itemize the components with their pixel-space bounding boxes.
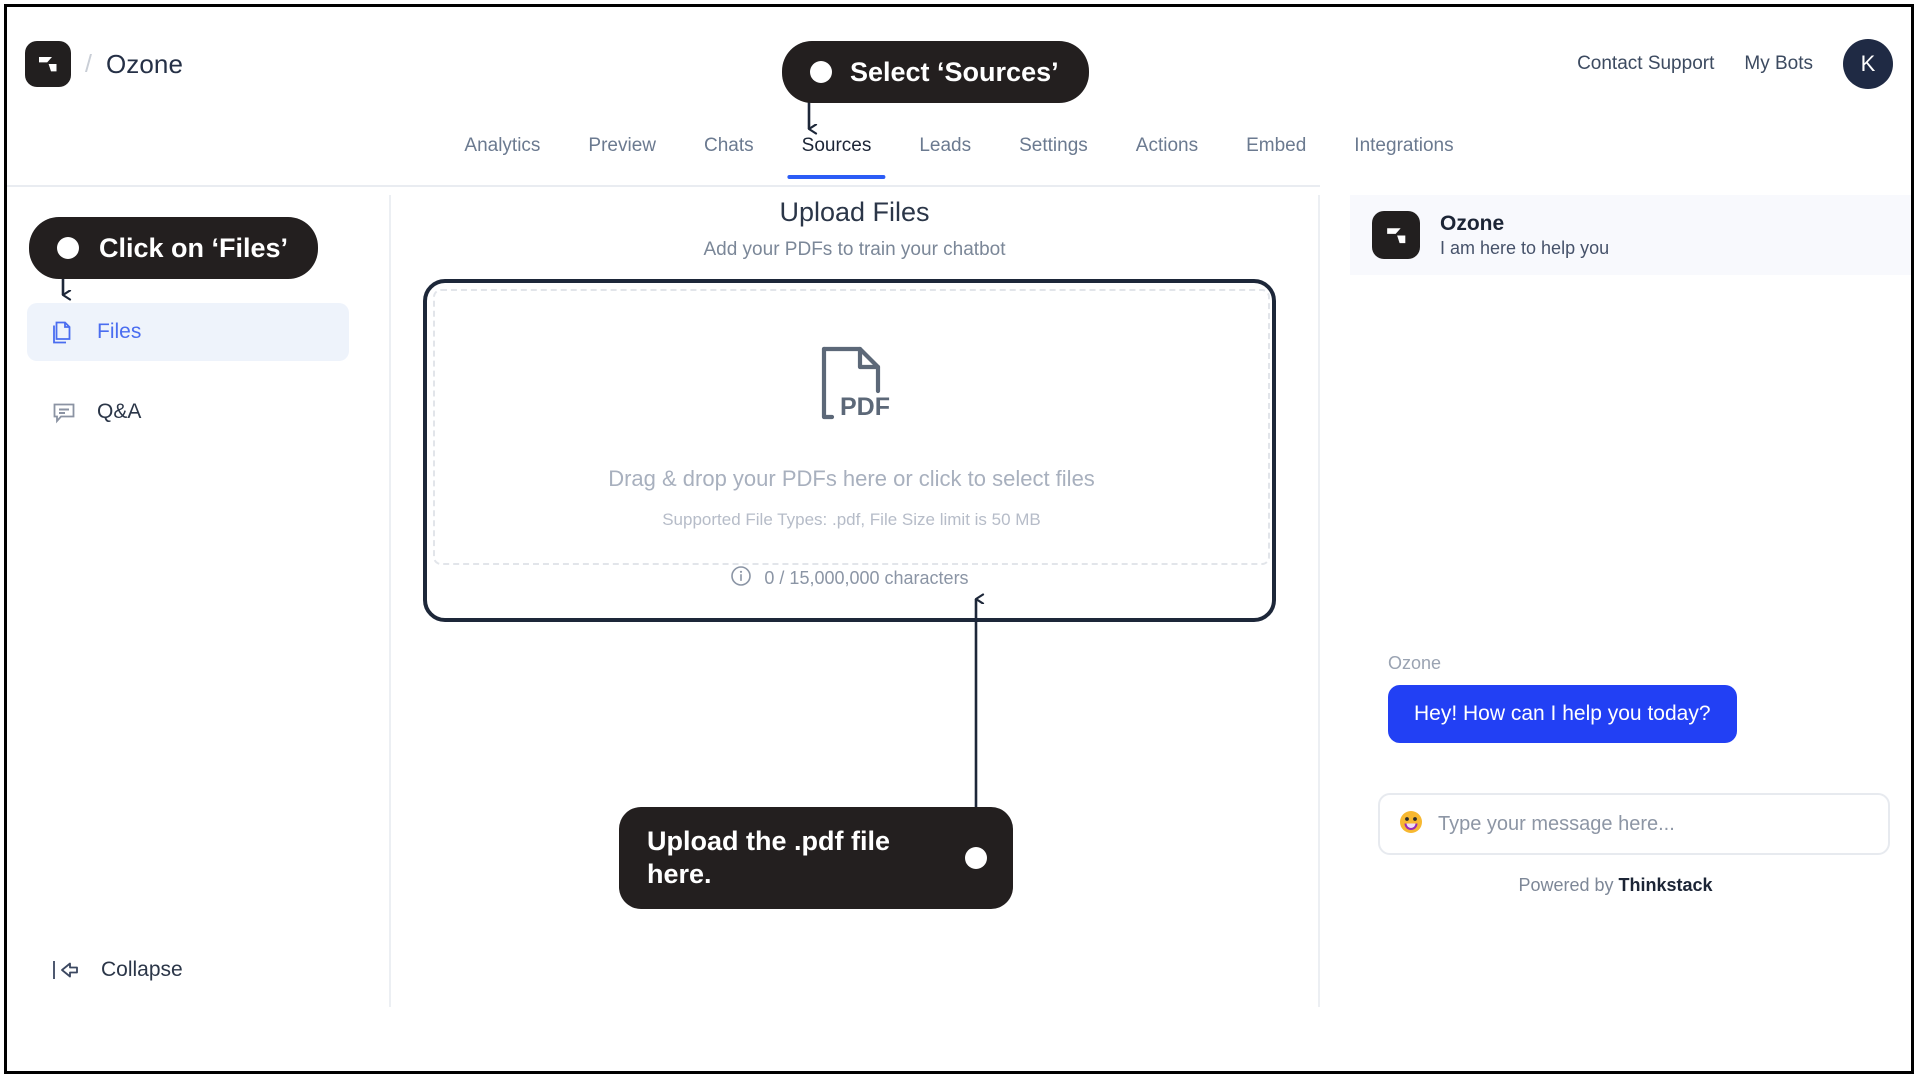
chat-header-text: Ozone I am here to help you bbox=[1440, 210, 1609, 261]
tab-list: Analytics Preview Chats Sources Leads Se… bbox=[440, 117, 1477, 185]
callout-upload-pdf-text: Upload the .pdf file here. bbox=[647, 826, 890, 889]
message-sender-label: Ozone bbox=[1388, 653, 1442, 673]
callout-dot bbox=[810, 61, 832, 83]
tab-bar: Analytics Preview Chats Sources Leads Se… bbox=[7, 117, 1911, 187]
chat-message-input[interactable]: Type your message here... bbox=[1378, 793, 1890, 855]
tab-settings[interactable]: Settings bbox=[995, 117, 1112, 177]
upload-card: PDF Drag & drop your PDFs here or click … bbox=[423, 279, 1276, 622]
dropzone-secondary-text: Supported File Types: .pdf, File Size li… bbox=[662, 510, 1041, 529]
tab-preview[interactable]: Preview bbox=[564, 117, 680, 177]
top-bar-actions: Contact Support My Bots K bbox=[1577, 39, 1893, 89]
collapse-left-arrow-icon bbox=[51, 955, 81, 985]
svg-text:PDF: PDF bbox=[840, 393, 890, 421]
screenshot-frame: / Ozone Contact Support My Bots K Analyt… bbox=[4, 4, 1914, 1074]
pdf-file-icon: PDF bbox=[814, 339, 890, 432]
sidebar-item-files[interactable]: Files bbox=[27, 303, 349, 361]
tab-integrations[interactable]: Integrations bbox=[1330, 117, 1477, 177]
thinkstack-logo-icon bbox=[1372, 211, 1420, 259]
powered-by-label: Powered by Thinkstack bbox=[1320, 875, 1911, 896]
sidebar-item-qa[interactable]: Q&A bbox=[27, 383, 349, 441]
page-title: Ozone bbox=[105, 48, 184, 79]
smiley-emoji-icon[interactable] bbox=[1398, 809, 1424, 840]
callout-upload-pdf: Upload the .pdf file here. bbox=[619, 807, 1013, 909]
sidebar-item-qa-label: Q&A bbox=[97, 400, 142, 423]
tab-actions[interactable]: Actions bbox=[1112, 117, 1222, 177]
sidebar: Files Q&A Collapse bbox=[7, 185, 391, 1071]
upload-panel: Upload Files Add your PDFs to train your… bbox=[390, 185, 1319, 1071]
chat-preview-panel: Ozone I am here to help you Ozone Hey! H… bbox=[1320, 185, 1911, 1071]
chat-bot-name: Ozone bbox=[1440, 211, 1505, 235]
content-area: Files Q&A Collapse Upload Files Add your… bbox=[7, 185, 1911, 1071]
upload-subtitle: Add your PDFs to train your chatbot bbox=[703, 239, 1006, 260]
tab-leads[interactable]: Leads bbox=[895, 117, 995, 177]
callout-select-sources-text: Select ‘Sources’ bbox=[850, 56, 1059, 87]
app-window: / Ozone Contact Support My Bots K Analyt… bbox=[7, 7, 1911, 1071]
powered-by-brand: Thinkstack bbox=[1618, 875, 1713, 895]
character-counter-text: 0 / 15,000,000 characters bbox=[764, 568, 969, 588]
collapse-label: Collapse bbox=[101, 958, 183, 981]
sidebar-item-files-label: Files bbox=[97, 320, 142, 343]
callout-select-sources: Select ‘Sources’ bbox=[782, 41, 1089, 103]
callout-dot bbox=[965, 847, 987, 869]
breadcrumb-separator: / bbox=[85, 49, 92, 78]
thinkstack-logo-icon[interactable] bbox=[25, 41, 71, 87]
tab-embed[interactable]: Embed bbox=[1222, 117, 1330, 177]
contact-support-link[interactable]: Contact Support bbox=[1577, 53, 1714, 75]
collapse-button[interactable]: Collapse bbox=[51, 955, 183, 985]
tab-chats[interactable]: Chats bbox=[680, 117, 778, 177]
chat-bot-tagline: I am here to help you bbox=[1440, 237, 1610, 258]
chat-bubble-icon bbox=[49, 397, 79, 427]
file-dropzone[interactable]: PDF Drag & drop your PDFs here or click … bbox=[433, 289, 1270, 565]
chat-header: Ozone I am here to help you bbox=[1350, 195, 1911, 275]
tab-sources[interactable]: Sources bbox=[778, 117, 896, 179]
upload-title: Upload Files bbox=[779, 197, 930, 227]
callout-click-files-text: Click on ‘Files’ bbox=[99, 232, 289, 263]
avatar[interactable]: K bbox=[1843, 39, 1893, 89]
files-copy-icon bbox=[49, 317, 79, 347]
screenshot-root: / Ozone Contact Support My Bots K Analyt… bbox=[0, 0, 1924, 1084]
callout-dot bbox=[57, 237, 79, 259]
callout-click-files: Click on ‘Files’ bbox=[29, 217, 319, 279]
character-counter: 0 / 15,000,000 characters bbox=[427, 565, 1272, 592]
tab-analytics[interactable]: Analytics bbox=[440, 117, 564, 177]
breadcrumb: / Ozone bbox=[25, 41, 183, 87]
powered-by-prefix: Powered by bbox=[1518, 875, 1619, 895]
my-bots-link[interactable]: My Bots bbox=[1744, 53, 1813, 75]
chat-input-placeholder: Type your message here... bbox=[1438, 812, 1675, 835]
info-circle-icon bbox=[730, 565, 752, 592]
chat-message-bubble: Hey! How can I help you today? bbox=[1388, 685, 1737, 743]
dropzone-primary-text: Drag & drop your PDFs here or click to s… bbox=[608, 466, 1095, 491]
